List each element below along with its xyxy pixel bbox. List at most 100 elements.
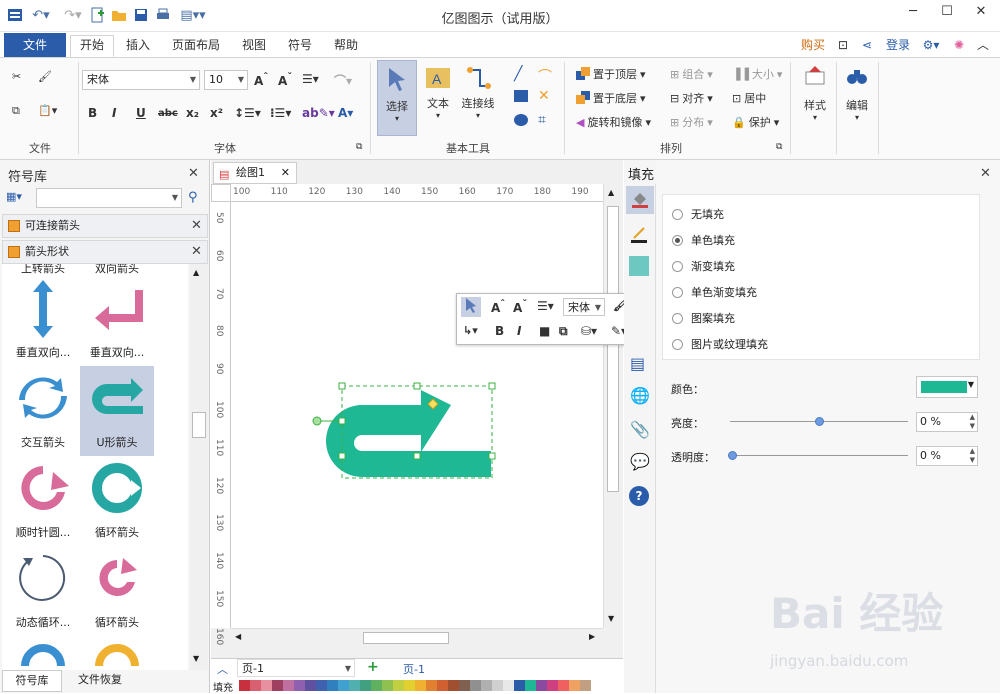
grow-font-icon[interactable]: Aˆ xyxy=(254,72,268,88)
text-path-icon[interactable]: ⌒▾ xyxy=(334,72,352,89)
float-connector-icon[interactable]: ↳▾ xyxy=(463,324,478,337)
share-icon[interactable]: ⋖ xyxy=(858,36,876,58)
library-header-connectable-arrows[interactable]: 可连接箭头 ✕ xyxy=(2,214,208,238)
scrollbar-thumb[interactable] xyxy=(192,412,206,438)
rotate-mirror-button[interactable]: ◀ 旋转和镜像 ▾ xyxy=(576,114,651,130)
palette-swatch[interactable] xyxy=(371,680,382,691)
transparency-input[interactable]: 0 % ▲ ▼ xyxy=(916,446,978,466)
palette-swatch[interactable] xyxy=(558,680,569,691)
align-button[interactable]: ⊟ 对齐 ▾ xyxy=(670,90,713,106)
arrange-dialog-launcher-icon[interactable]: ⧉ xyxy=(776,142,782,152)
radio-button[interactable] xyxy=(672,286,683,298)
subscript-icon[interactable]: x₂ xyxy=(186,106,199,120)
center-button[interactable]: ⊡ 居中 xyxy=(732,90,766,106)
settings-gear-icon[interactable]: ⚙▾ xyxy=(918,36,944,58)
strikethrough-icon[interactable]: abc xyxy=(158,108,178,119)
u-arrow-shape[interactable] xyxy=(326,390,491,477)
palette-swatch[interactable] xyxy=(283,680,294,691)
tab-symbol-library[interactable]: 符号库 xyxy=(2,670,62,692)
page-tab[interactable]: 页-1 xyxy=(403,661,425,677)
arc-tool-icon[interactable]: ⌒ xyxy=(538,66,552,86)
float-italic-icon[interactable]: I xyxy=(517,324,521,338)
palette-swatch[interactable] xyxy=(393,680,404,691)
page-bar-toggle-icon[interactable]: ︿ xyxy=(217,661,228,677)
tab-view[interactable]: 视图 xyxy=(234,36,274,58)
palette-swatch[interactable] xyxy=(547,680,558,691)
font-dialog-launcher-icon[interactable]: ⧉ xyxy=(356,142,362,152)
rectangle-tool-icon[interactable] xyxy=(514,90,528,102)
palette-swatch[interactable] xyxy=(404,680,415,691)
fill-option[interactable]: 单色渐变填充 xyxy=(672,284,757,300)
comment-icon[interactable]: 💬 xyxy=(630,452,650,471)
highlight-icon[interactable]: ab✎▾ xyxy=(302,106,335,120)
float-bold-icon[interactable]: B xyxy=(495,324,504,338)
palette-swatch[interactable] xyxy=(448,680,459,691)
transparency-slider[interactable] xyxy=(732,455,908,456)
float-front-icon[interactable]: ■ xyxy=(539,324,550,338)
tab-home[interactable]: 开始 xyxy=(70,35,114,57)
send-to-back-button[interactable]: 置于底层 ▾ xyxy=(576,90,646,106)
resize-handle-nw[interactable] xyxy=(338,382,346,390)
shape-vertical-double-arrow-2[interactable]: 垂直双向... xyxy=(80,276,154,366)
close-library-icon[interactable]: ✕ xyxy=(191,215,202,237)
line-style-icon[interactable] xyxy=(630,224,648,247)
palette-swatch[interactable] xyxy=(294,680,305,691)
library-header-arrow-shapes[interactable]: 箭头形状 ✕ xyxy=(2,240,208,264)
palette-swatch[interactable] xyxy=(239,680,250,691)
palette-swatch[interactable] xyxy=(338,680,349,691)
resize-handle-s[interactable] xyxy=(413,452,421,460)
shadow-icon[interactable] xyxy=(629,256,649,276)
edit-button[interactable]: 编辑 ▾ xyxy=(838,64,876,148)
scroll-down-icon[interactable]: ▼ xyxy=(608,614,614,623)
resize-handle-n[interactable] xyxy=(413,382,421,390)
help-icon[interactable]: ? xyxy=(629,486,649,506)
float-back-icon[interactable]: ⧉ xyxy=(559,324,568,339)
scroll-up-icon[interactable]: ▲ xyxy=(608,188,614,197)
shape-partial-blue[interactable] xyxy=(6,636,80,670)
maximize-icon[interactable]: ☐ xyxy=(932,4,962,24)
radio-button[interactable] xyxy=(672,312,683,324)
bullet-list-icon[interactable]: ⁝☰▾ xyxy=(270,106,291,120)
palette-swatch[interactable] xyxy=(525,680,536,691)
search-icon[interactable]: ⚲ xyxy=(188,190,198,205)
library-scrollbar[interactable]: ▲ ▼ xyxy=(190,264,208,670)
add-page-icon[interactable]: + xyxy=(367,659,379,675)
palette-swatch[interactable] xyxy=(272,680,283,691)
palette-swatch[interactable] xyxy=(514,680,525,691)
bring-to-front-button[interactable]: 置于顶层 ▾ xyxy=(576,66,646,82)
float-font-select[interactable]: 宋体 ▼ xyxy=(563,298,605,316)
radio-button[interactable] xyxy=(672,338,683,350)
ellipse-tool-icon[interactable] xyxy=(514,114,528,126)
scroll-up-icon[interactable]: ▲ xyxy=(193,268,199,277)
scrollbar-thumb[interactable] xyxy=(363,632,449,644)
palette-swatch[interactable] xyxy=(536,680,547,691)
format-painter-icon[interactable]: 🖌 xyxy=(38,70,52,83)
palette-swatch[interactable] xyxy=(437,680,448,691)
close-tab-icon[interactable]: ✕ xyxy=(281,163,290,183)
attachment-icon[interactable]: 📎 xyxy=(630,420,650,439)
theme-icon[interactable]: ✺ xyxy=(950,36,968,58)
palette-swatch[interactable] xyxy=(415,680,426,691)
library-search-input[interactable]: ▼ xyxy=(36,188,182,208)
resize-handle-ne[interactable] xyxy=(488,382,496,390)
palette-swatch[interactable] xyxy=(426,680,437,691)
palette-swatch[interactable] xyxy=(492,680,503,691)
connector-tool-button[interactable]: 连接线 ▾ xyxy=(458,64,498,136)
palette-swatch[interactable] xyxy=(470,680,481,691)
vertical-scrollbar[interactable]: ▲ ▼ xyxy=(603,184,621,628)
scroll-down-icon[interactable]: ▼ xyxy=(193,654,199,663)
float-align-icon[interactable]: ☰▾ xyxy=(537,299,554,313)
screen-icon[interactable]: ⊡ xyxy=(834,36,852,58)
group-button[interactable]: ⊞ 组合 ▾ xyxy=(670,66,713,82)
float-pointer-icon[interactable] xyxy=(461,297,481,317)
close-fill-panel-icon[interactable]: ✕ xyxy=(980,166,991,181)
italic-icon[interactable]: I xyxy=(112,106,116,120)
color-picker[interactable]: ▼ xyxy=(916,376,978,398)
close-icon[interactable]: ✕ xyxy=(966,4,996,24)
superscript-icon[interactable]: x² xyxy=(210,106,223,120)
font-name-select[interactable]: 宋体 ▼ xyxy=(82,70,200,90)
horizontal-scrollbar[interactable]: ◀ ▶ xyxy=(231,628,603,646)
shape-partial-orange[interactable] xyxy=(80,636,154,670)
fill-tool-icon[interactable] xyxy=(626,186,654,214)
collapse-ribbon-icon[interactable]: ︿ xyxy=(974,36,992,58)
